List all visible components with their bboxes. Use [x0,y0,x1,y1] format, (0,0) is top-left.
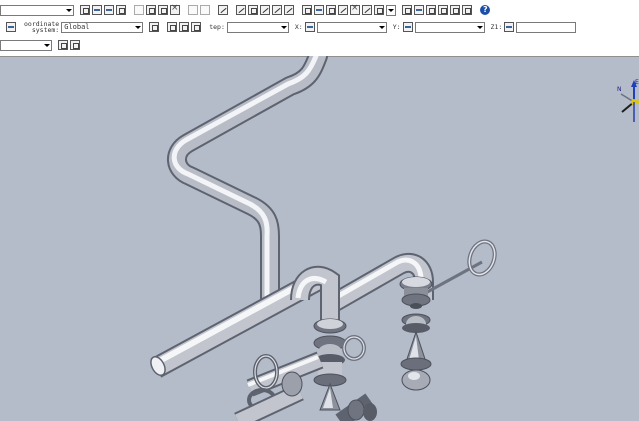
coordinate-settings-icon[interactable] [149,22,160,32]
step-label: tep: [209,23,225,31]
snap-grid-icon[interactable] [167,22,178,32]
valve-stack-right[interactable] [399,276,433,391]
edit-route-icon[interactable] [362,5,372,15]
x-label: X: [294,23,303,31]
3d-viewport[interactable] [0,56,639,421]
triad-n-label: N [617,86,622,93]
coordinate-system-value: Global [64,22,90,31]
cut-icon[interactable] [134,5,144,15]
zoom-area-icon[interactable] [438,5,448,15]
display-style-icon[interactable] [462,5,472,15]
chevron-down-icon [377,23,385,31]
coordinate-system-dropdown[interactable]: Global [61,21,144,33]
x-pick-icon[interactable] [304,22,315,32]
sketch-spline-icon[interactable] [272,5,282,15]
chevron-down-icon [387,6,394,14]
toolbar-row-3 [0,37,639,53]
open-folder-icon[interactable] [92,5,102,15]
y-label: Y: [392,23,401,31]
chevron-down-icon [279,23,287,31]
valve-icon[interactable] [338,5,348,15]
z-coordinate-dropdown[interactable] [516,21,577,33]
sketch-dimension-icon[interactable] [284,5,294,15]
layer-visibility-icon[interactable] [58,40,68,50]
toolbar-area: oordinate system: Global tep: X: Y: [0,0,639,57]
triad-e-label: E [635,79,639,86]
copy-icon[interactable] [146,5,156,15]
valve-cluster-bottom[interactable] [234,351,377,421]
y-coordinate-dropdown[interactable] [414,21,485,33]
move-icon[interactable] [188,5,198,15]
snap-point-icon[interactable] [179,22,190,32]
step-dropdown[interactable] [226,21,289,33]
pan-icon[interactable] [414,5,424,15]
fitting-icon[interactable] [314,5,324,15]
view-orientation-icon[interactable] [450,5,460,15]
split-route-icon[interactable] [350,3,360,15]
x-coordinate-dropdown[interactable] [316,21,387,33]
search-icon[interactable] [402,5,412,15]
toolbar-row-1 [0,2,639,18]
sketch-line-icon[interactable] [236,5,246,15]
layer-properties-icon[interactable] [70,40,80,50]
z-pick-icon[interactable] [504,22,515,32]
pipe-route-icon[interactable] [302,5,312,15]
toolbar-row-2: oordinate system: Global tep: X: Y: Z1: [0,19,639,35]
snap-midpoint-icon[interactable] [191,22,202,32]
save-icon[interactable] [104,5,114,15]
undo-icon[interactable] [218,5,228,15]
route-options-dropdown[interactable] [386,4,396,16]
orientation-triad: N E [612,78,639,124]
zoom-fit-icon[interactable] [426,5,436,15]
paste-icon[interactable] [158,5,168,15]
chevron-down-icon [43,41,50,49]
layer-dropdown[interactable] [0,39,52,51]
print-icon[interactable] [116,5,126,15]
sketch-circle-icon[interactable] [248,5,258,15]
new-file-icon[interactable] [80,5,90,15]
z-label: Z1: [490,23,503,31]
sketch-arc-icon[interactable] [260,5,270,15]
chevron-down-icon [134,23,142,31]
view-dropdown[interactable] [0,4,74,16]
delete-icon[interactable] [170,3,180,15]
y-pick-icon[interactable] [402,22,413,32]
flange-icon[interactable] [326,5,336,15]
chevron-down-icon [65,6,72,14]
route-properties-icon[interactable] [374,5,384,15]
coordinate-system-label: oordinate system: [24,21,59,34]
pipe-route[interactable] [167,56,328,310]
grid-icon[interactable] [6,22,16,32]
help-icon[interactable] [480,5,490,15]
rotate-icon[interactable] [200,5,210,15]
chevron-down-icon [475,23,483,31]
